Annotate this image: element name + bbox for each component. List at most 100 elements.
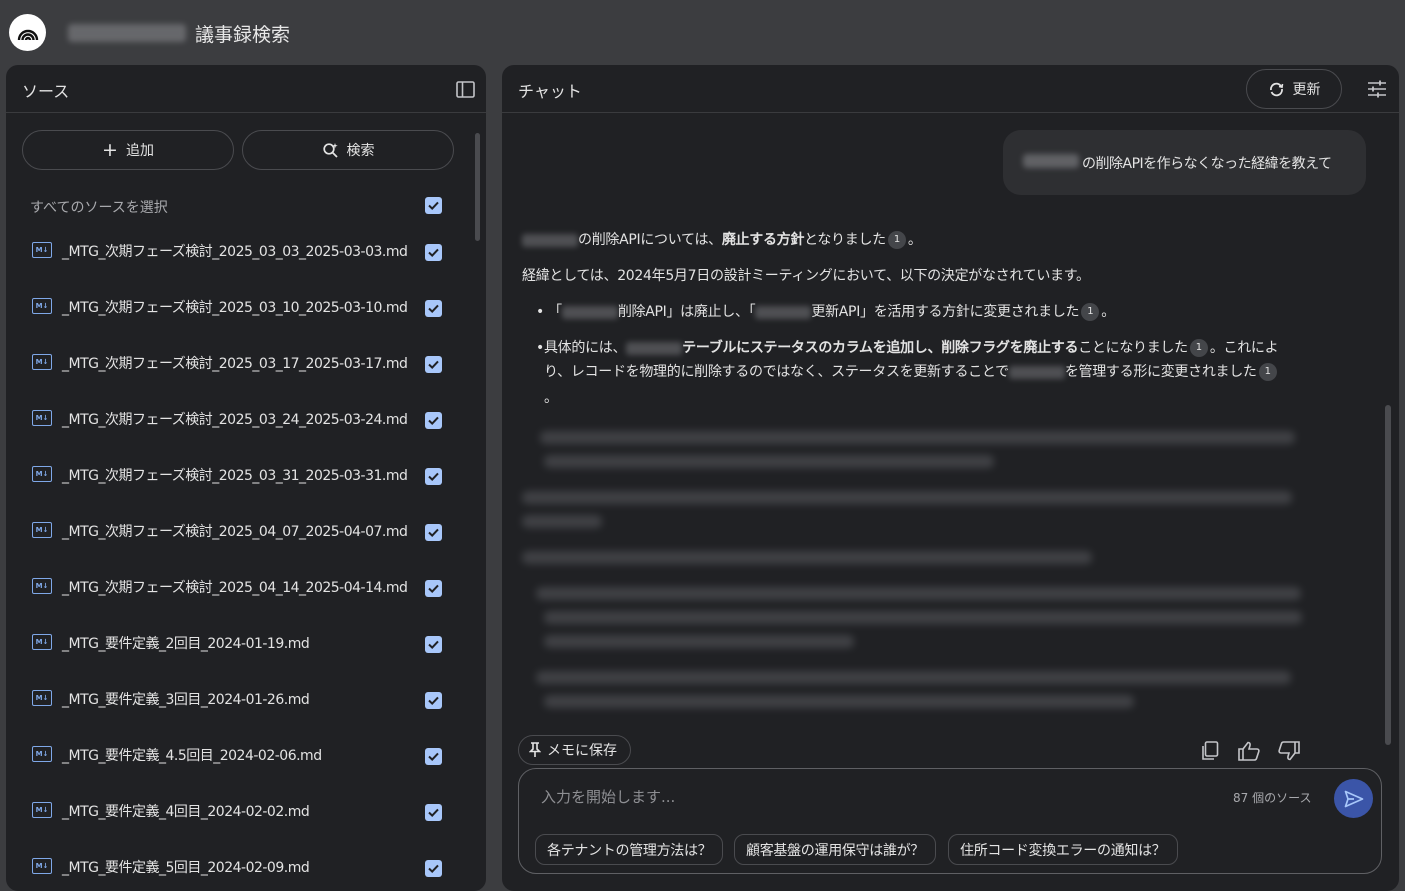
suggestion-chip[interactable]: 各テナントの管理方法は？ xyxy=(535,834,724,865)
citation-badge[interactable]: 1 xyxy=(1189,339,1208,357)
source-item-name: _MTG_要件定義_4回目_2024-02-02.md xyxy=(62,804,310,820)
check-icon xyxy=(428,201,439,211)
answer-bullet-1: • 「削除API」は廃止し、「 更新API」を活用する方針に変更されました 1。 xyxy=(536,303,1115,321)
source-item-name: _MTG_次期フェーズ検討_2025_03_31_2025-03-31.md xyxy=(62,468,408,484)
save-to-memo-label: メモに保存 xyxy=(547,743,617,759)
source-item[interactable]: M↓ _MTG_次期フェーズ検討_2025_03_31_2025-03-31.md xyxy=(6,449,476,505)
check-icon xyxy=(428,696,439,706)
source-item-name: _MTG_次期フェーズ検討_2025_03_03_2025-03-03.md xyxy=(62,244,408,260)
source-item-name: _MTG_次期フェーズ検討_2025_03_24_2025-03-24.md xyxy=(62,412,408,428)
markdown-file-icon: M↓ xyxy=(32,746,52,762)
source-item[interactable]: M↓ _MTG_次期フェーズ検討_2025_03_03_2025-03-03.md xyxy=(6,225,476,281)
check-icon xyxy=(428,248,439,258)
save-to-memo-button[interactable]: メモに保存 xyxy=(518,735,631,765)
check-icon xyxy=(428,360,439,370)
source-item-checkbox[interactable] xyxy=(425,636,442,653)
chat-header: チャット 更新 xyxy=(502,65,1399,113)
search-source-button[interactable]: 検索 xyxy=(242,130,454,170)
source-item[interactable]: M↓ _MTG_次期フェーズ検討_2025_04_14_2025-04-14.md xyxy=(6,561,476,617)
refresh-icon xyxy=(1269,82,1283,96)
answer-paragraph-2: 経緯としては、2024年5月7日の設計ミーティングにおいて、以下の決定がなされて… xyxy=(522,268,1090,284)
copy-icon[interactable] xyxy=(1196,738,1222,764)
refresh-label: 更新 xyxy=(1292,82,1321,98)
chat-input[interactable] xyxy=(541,783,1221,811)
source-item-checkbox[interactable] xyxy=(425,860,442,877)
redacted-text xyxy=(626,341,683,355)
citation-badge[interactable]: 1 xyxy=(1081,303,1100,321)
source-item[interactable]: M↓ _MTG_次期フェーズ検討_2025_04_07_2025-04-07.md xyxy=(6,505,476,561)
blurred-answer-text xyxy=(544,611,1302,624)
markdown-file-icon: M↓ xyxy=(32,410,52,426)
chat-input-box: 87 個のソース 各テナントの管理方法は？ 顧客基盤の運用保守は誰が？ 住所コー… xyxy=(518,768,1382,874)
source-item-name: _MTG_次期フェーズ検討_2025_03_10_2025-03-10.md xyxy=(62,300,408,316)
suggestion-chip[interactable]: 顧客基盤の運用保守は誰が？ xyxy=(734,834,937,865)
source-item-name: _MTG_要件定義_3回目_2024-01-26.md xyxy=(62,692,310,708)
source-item-checkbox[interactable] xyxy=(425,524,442,541)
source-count: 87 個のソース xyxy=(1233,791,1312,805)
source-item[interactable]: M↓ _MTG_要件定義_4.5回目_2024-02-06.md xyxy=(6,729,476,785)
chat-panel: チャット 更新 の削除APIを作らなくなった経緯を教えて の削除APIについては… xyxy=(502,65,1399,891)
thumbs-down-icon[interactable] xyxy=(1276,738,1302,764)
add-source-label: 追加 xyxy=(125,143,154,159)
tune-settings-icon[interactable] xyxy=(1366,78,1388,100)
source-item-name: _MTG_要件定義_4.5回目_2024-02-06.md xyxy=(62,748,322,764)
markdown-file-icon: M↓ xyxy=(32,578,52,594)
source-item[interactable]: M↓ _MTG_要件定義_3回目_2024-01-26.md xyxy=(6,673,476,729)
check-icon xyxy=(428,304,439,314)
app-title: 議事録検索 xyxy=(195,24,291,46)
plus-icon: + xyxy=(102,138,118,161)
citation-badge[interactable]: 1 xyxy=(1258,363,1277,381)
source-item-name: _MTG_次期フェーズ検討_2025_04_14_2025-04-14.md xyxy=(62,580,408,596)
blurred-answer-text xyxy=(536,671,1291,684)
blurred-answer-text xyxy=(536,587,1301,600)
chat-scrollbar[interactable] xyxy=(1385,405,1391,745)
markdown-file-icon: M↓ xyxy=(32,522,52,538)
thumbs-up-icon[interactable] xyxy=(1236,738,1262,764)
source-item[interactable]: M↓ _MTG_要件定義_4回目_2024-02-02.md xyxy=(6,785,476,841)
check-icon xyxy=(428,472,439,482)
blurred-answer-text xyxy=(522,491,1292,504)
source-item-name: _MTG_次期フェーズ検討_2025_03_17_2025-03-17.md xyxy=(62,356,408,372)
answer-bullet-2-end: 。 xyxy=(544,390,558,406)
answer-bullet-2-cont: り、レコードを物理的に削除するのではなく、ステータスを更新することで を管理する形… xyxy=(544,360,1279,384)
source-item-checkbox[interactable] xyxy=(425,356,442,373)
check-icon xyxy=(428,584,439,594)
app-logo-icon[interactable] xyxy=(9,14,46,51)
send-button[interactable] xyxy=(1334,779,1373,818)
source-item-checkbox[interactable] xyxy=(425,580,442,597)
markdown-file-icon: M↓ xyxy=(32,354,52,370)
refresh-button[interactable]: 更新 xyxy=(1246,69,1342,109)
source-item-name: _MTG_要件定義_5回目_2024-02-09.md xyxy=(62,860,310,876)
source-item-checkbox[interactable] xyxy=(425,244,442,261)
add-source-button[interactable]: + 追加 xyxy=(22,130,234,170)
suggestion-chip[interactable]: 住所コード変換エラーの通知は？ xyxy=(948,834,1178,865)
source-item[interactable]: M↓ _MTG_次期フェーズ検討_2025_03_24_2025-03-24.md xyxy=(6,393,476,449)
blurred-answer-text xyxy=(544,635,854,648)
blurred-answer-text xyxy=(522,551,1092,564)
redacted-project-name xyxy=(68,24,186,42)
source-item-checkbox[interactable] xyxy=(425,300,442,317)
blurred-answer-text xyxy=(540,431,1295,444)
check-icon xyxy=(428,752,439,762)
search-sparkle-icon xyxy=(322,142,338,158)
source-item-checkbox[interactable] xyxy=(425,748,442,765)
source-item-name: _MTG_次期フェーズ検討_2025_04_07_2025-04-07.md xyxy=(62,524,408,540)
sources-scrollbar[interactable] xyxy=(475,133,480,241)
citation-badge[interactable]: 1 xyxy=(887,231,906,249)
redacted-system-name xyxy=(1023,154,1079,168)
source-item-checkbox[interactable] xyxy=(425,692,442,709)
source-item-checkbox[interactable] xyxy=(425,804,442,821)
source-item[interactable]: M↓ _MTG_要件定義_5回目_2024-02-09.md xyxy=(6,841,476,891)
source-item-checkbox[interactable] xyxy=(425,468,442,485)
source-item[interactable]: M↓ _MTG_要件定義_2回目_2024-01-19.md xyxy=(6,617,476,673)
redacted-text xyxy=(755,305,812,319)
source-item[interactable]: M↓ _MTG_次期フェーズ検討_2025_03_17_2025-03-17.md xyxy=(6,337,476,393)
search-source-label: 検索 xyxy=(346,143,375,159)
redacted-text xyxy=(561,305,618,319)
collapse-panel-icon[interactable] xyxy=(455,79,475,99)
redacted-text xyxy=(522,233,578,247)
source-item-checkbox[interactable] xyxy=(425,412,442,429)
markdown-file-icon: M↓ xyxy=(32,858,52,874)
source-item[interactable]: M↓ _MTG_次期フェーズ検討_2025_03_10_2025-03-10.md xyxy=(6,281,476,337)
select-all-checkbox[interactable] xyxy=(425,197,442,214)
